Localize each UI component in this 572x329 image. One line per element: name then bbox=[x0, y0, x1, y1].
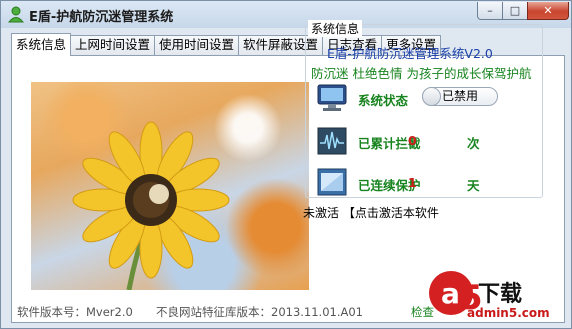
activate-link[interactable]: 【点击激活本软件 bbox=[343, 206, 439, 220]
activation-row: 未激活 【点击激活本软件 bbox=[303, 204, 439, 221]
software-version: 软件版本号：Mver2.0 bbox=[17, 305, 133, 319]
tab-usage-time[interactable]: 使用时间设置 bbox=[154, 35, 240, 55]
status-toggle-label: 已禁用 bbox=[441, 89, 478, 103]
close-button[interactable]: ✕ bbox=[527, 2, 569, 20]
tab-system-info[interactable]: 系统信息 bbox=[11, 33, 72, 56]
watermark-title: 下载 bbox=[478, 282, 523, 307]
minimize-button[interactable]: – bbox=[477, 2, 503, 20]
maximize-icon: □ bbox=[509, 4, 521, 17]
close-icon: ✕ bbox=[543, 4, 553, 17]
activation-state: 未激活 bbox=[303, 206, 340, 220]
svg-text:a: a bbox=[441, 277, 460, 310]
system-info-caption: 系统信息 bbox=[308, 20, 363, 37]
sunflower-image bbox=[72, 121, 230, 290]
monitor-icon bbox=[317, 84, 347, 111]
blocked-count: 0 bbox=[408, 133, 417, 148]
protect-days: 1 bbox=[408, 175, 417, 190]
status-label: 系统状态 bbox=[358, 93, 409, 108]
tab-internet-time[interactable]: 上网时间设置 bbox=[70, 35, 156, 55]
blocked-unit: 次 bbox=[467, 136, 480, 151]
waveform-chart-icon bbox=[317, 127, 347, 155]
status-toggle[interactable]: 已禁用 bbox=[422, 87, 498, 106]
product-title: E盾-护航防沉迷管理系统V2.0 bbox=[327, 46, 493, 61]
minimize-icon: – bbox=[487, 4, 493, 17]
signature-version: 不良网站特征库版本：2013.11.01.A01 bbox=[156, 305, 363, 319]
watermark-site: admin5.com bbox=[467, 306, 550, 320]
product-slogan: 防沉迷 杜绝色情 为孩子的成长保驾护航 bbox=[311, 66, 532, 81]
window-title: E盾-护航防沉迷管理系统 bbox=[29, 10, 174, 25]
protect-unit: 天 bbox=[467, 178, 480, 193]
sunflower-photo bbox=[31, 82, 309, 290]
app-window: E盾-护航防沉迷管理系统 – □ ✕ 系统信息 上网时间设置 使用时间设置 软件… bbox=[0, 0, 572, 329]
maximize-button[interactable]: □ bbox=[502, 2, 528, 20]
toggle-knob bbox=[422, 87, 441, 106]
window-screen-icon bbox=[317, 168, 347, 196]
app-icon bbox=[7, 6, 25, 23]
